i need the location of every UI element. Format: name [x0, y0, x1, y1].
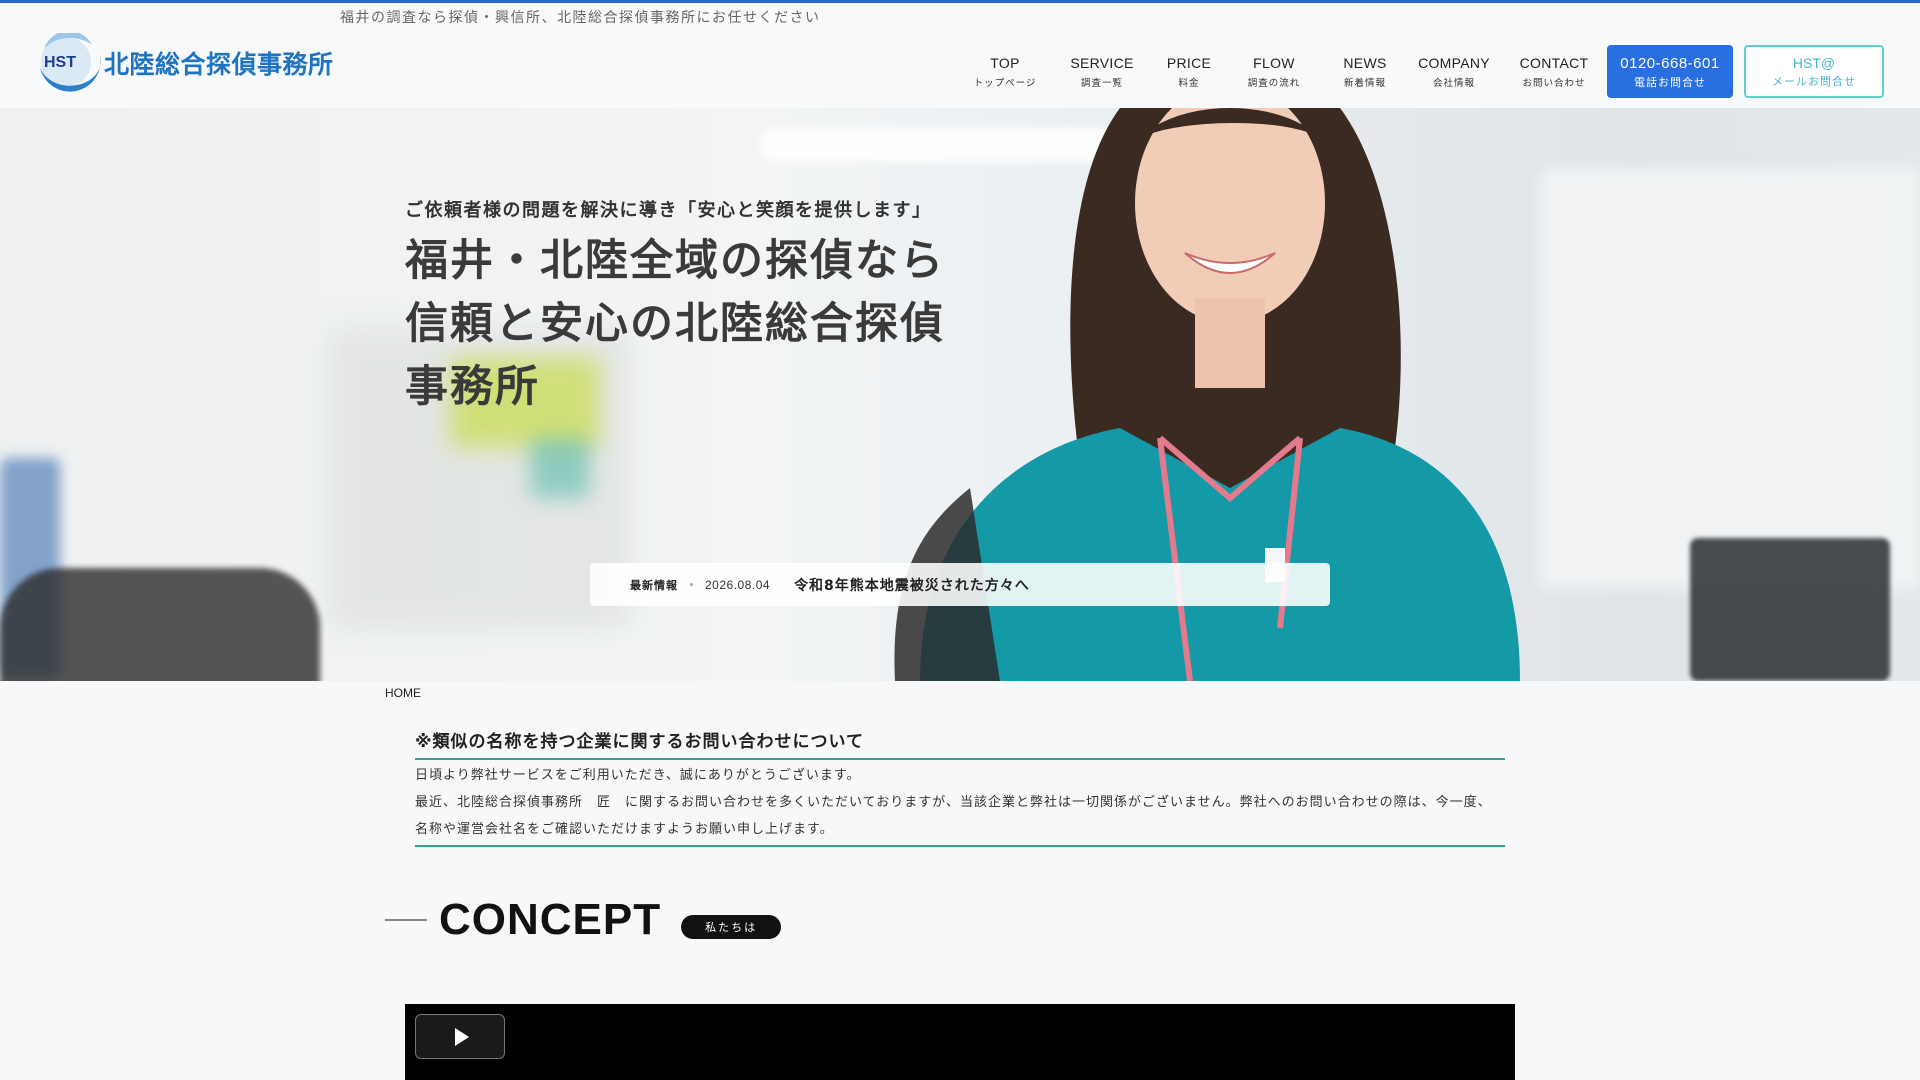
nav-item-ja: 調査の流れ — [1247, 78, 1301, 89]
notice-body: 日頃より弊社サービスをご利用いただき、誠にありがとうございます。 最近、北陸総合… — [415, 760, 1505, 847]
nav-item-company[interactable]: COMPANY 会社情報 — [1406, 55, 1502, 89]
nav-item-ja: 会社情報 — [1432, 78, 1475, 89]
main-nav: TOP トップページ SERVICE 調査一覧 PRICE 料金 FLOW 調査… — [960, 55, 1606, 89]
phone-contact-button[interactable]: 0120-668-601 電話お問合せ — [1607, 45, 1733, 98]
nav-item-service[interactable]: SERVICE 調査一覧 — [1050, 55, 1154, 89]
logo-mark-text: HST — [44, 54, 76, 71]
nav-item-price[interactable]: PRICE 料金 — [1154, 55, 1224, 89]
nav-item-en: COMPANY — [1418, 55, 1490, 71]
nav-item-contact[interactable]: CONTACT お問い合わせ — [1502, 55, 1606, 89]
hero-caption: ご依頼者様の問題を解決に導き「安心と笑顔を提供します」 — [405, 200, 932, 221]
mail-contact-button[interactable]: HST@ メールお問合せ — [1744, 45, 1884, 98]
nav-item-en: PRICE — [1166, 55, 1212, 71]
hero-banner: ご依頼者様の問題を解決に導き「安心と笑顔を提供します」 福井・北陸全域の探偵なら… — [0, 108, 1920, 681]
notice-line: 最近、北陸総合探偵事務所 匠 に関するお問い合わせを多くいただいておりますが、当… — [415, 795, 1492, 837]
nav-item-en: TOP — [990, 55, 1020, 71]
news-separator-dot — [690, 583, 693, 586]
concept-heading: CONCEPT 私たちは — [385, 895, 782, 945]
phone-number: 0120-668-601 — [1620, 55, 1720, 72]
nav-item-ja: お問い合わせ — [1522, 78, 1586, 89]
concept-title: CONCEPT — [439, 895, 662, 944]
hero-title: 福井・北陸全域の探偵なら信頼と安心の北陸総合探偵事務所 — [405, 236, 945, 412]
mail-button-title: HST@ — [1792, 55, 1836, 71]
concept-rule — [385, 919, 427, 921]
news-label: 最新情報 — [630, 578, 678, 592]
phone-button-label: 電話お問合せ — [1634, 76, 1706, 89]
nav-item-en: FLOW — [1253, 55, 1295, 71]
nav-item-top[interactable]: TOP トップページ — [960, 55, 1050, 89]
bg-window-panel — [1540, 168, 1920, 588]
concept-badge: 私たちは — [681, 915, 782, 939]
nav-item-ja: 新着情報 — [1343, 78, 1386, 89]
notice-line: 日頃より弊社サービスをご利用いただき、誠にありがとうございます。 — [415, 768, 861, 783]
play-icon — [455, 1027, 469, 1046]
notice-box: ※類似の名称を持つ企業に関するお問い合わせについて 日頃より弊社サービスをご利用… — [415, 727, 1505, 847]
site-logo[interactable]: HST 北陸総合探偵事務所 — [30, 30, 334, 93]
header-tagline: 福井の調査なら探偵・興信所、北陸総合探偵事務所にお任せください — [340, 10, 821, 26]
bg-green-binder — [530, 438, 590, 498]
breadcrumb[interactable]: HOME — [385, 686, 421, 700]
logo-mark-icon: HST — [30, 30, 108, 93]
mail-button-label: メールお問合せ — [1772, 75, 1856, 88]
nav-item-ja: トップページ — [973, 78, 1037, 89]
logo-name: 北陸総合探偵事務所 — [104, 50, 334, 79]
nav-item-ja: 調査一覧 — [1080, 78, 1123, 89]
nav-item-en: NEWS — [1343, 55, 1387, 71]
news-title-link[interactable]: 令和8年熊本地震被災された方々へ — [794, 575, 1030, 595]
video-play-button[interactable] — [415, 1014, 505, 1059]
latest-news-bar[interactable]: 最新情報 2026.08.04 令和8年熊本地震被災された方々へ — [590, 563, 1330, 606]
nav-item-flow[interactable]: FLOW 調査の流れ — [1224, 55, 1324, 89]
notice-title: ※類似の名称を持つ企業に関するお問い合わせについて — [415, 727, 1505, 760]
nav-item-news[interactable]: NEWS 新着情報 — [1324, 55, 1406, 89]
nav-item-en: CONTACT — [1519, 55, 1589, 71]
site-header: 福井の調査なら探偵・興信所、北陸総合探偵事務所にお任せください HST 北陸総合… — [0, 3, 1920, 108]
bg-monitor — [1690, 538, 1890, 681]
bg-dark-chair — [0, 568, 320, 681]
nav-item-ja: 料金 — [1178, 78, 1200, 89]
nav-item-en: SERVICE — [1070, 55, 1134, 71]
news-date: 2026.08.04 — [705, 577, 771, 592]
concept-video-player[interactable] — [405, 1004, 1515, 1080]
